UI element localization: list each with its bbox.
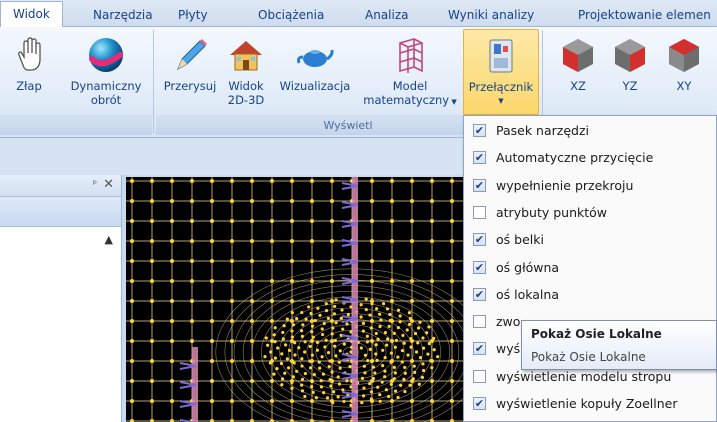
globe-rotate-icon [89,38,123,72]
menu-item-label: oś główna [496,259,560,275]
tooltip: Pokaż Osie Lokalne Pokaż Osie Lokalne [521,320,717,370]
tab-obciazenia[interactable]: Obciążenia [258,5,324,27]
switch-label-text: Przełącznik [468,80,534,94]
checkbox-checked-icon[interactable]: ✔ [473,178,486,192]
view-2d-3d-label: Widok 2D-3D [221,79,271,107]
view-2d-3d-label-line2: 2D-3D [227,93,265,107]
dynamic-rotate-label-line2: obrót [90,93,122,107]
math-model-label: Model matematyczny ▼ [360,79,460,109]
checkbox-checked-icon[interactable]: ✔ [473,124,486,137]
left-panel-header: ᵖ ✕ [0,175,121,197]
tab-narzedzia[interactable]: Narzędzia [93,5,153,27]
checkbox-checked-icon[interactable]: ✔ [473,260,486,274]
view-xy-button[interactable]: XY [657,27,711,117]
tab-analiza[interactable]: Analiza [365,5,409,27]
math-model-dropdown-arrow-icon: ▼ [449,98,457,106]
dynamic-rotate-button[interactable]: Dynamiczny obrót [62,27,150,117]
menu-item[interactable]: ✔ oś lokalna [464,281,716,308]
pencil-icon [177,39,207,71]
checkbox-empty-icon[interactable] [473,205,486,219]
checkbox-checked-icon[interactable]: ✔ [473,233,486,247]
teapot-icon [297,49,334,67]
tab-plyty[interactable]: Płyty [178,5,208,27]
frame-model-icon [399,37,423,73]
checkbox-checked-icon[interactable]: ✔ [473,397,486,410]
tab-wyniki-analizy[interactable]: Wyniki analizy [448,5,534,27]
visualization-label: Wizualizacja [279,79,351,93]
redraw-label: Przerysuj [163,79,217,93]
switch-panel-icon [489,39,513,73]
view-xz-label: XZ [570,79,586,93]
checkbox-checked-icon[interactable]: ✔ [473,151,486,165]
house-icon [230,41,262,71]
checkbox-empty-icon[interactable] [473,315,486,329]
checkbox-checked-icon[interactable]: ✔ [473,342,486,356]
menu-item-label: zwo [496,314,521,330]
scroll-up-icon[interactable]: ▲ [105,233,113,246]
menu-item[interactable]: ✔ wyświetlenie kopuły Zoellner [464,390,716,417]
tab-projektowanie-elementow[interactable]: Projektowanie elemen [578,5,711,27]
checkbox-checked-icon[interactable]: ✔ [473,287,486,301]
menu-item-label: atrybuty punktów [496,204,608,220]
menu-item-label: Pasek narzędzi [496,123,589,138]
menu-item-label: wypełnienie przekroju [496,177,634,193]
switch-button[interactable]: Przełącznik ▼ [463,29,539,115]
tooltip-title: Pokaż Osie Lokalne [531,327,662,341]
menu-item[interactable]: ✔ Pasek narzędzi [464,117,716,144]
cube-xy-icon [669,39,699,72]
view-2d-3d-button[interactable]: Widok 2D-3D [221,27,271,117]
tab-widok[interactable]: Widok [0,1,63,28]
cube-yz-icon [615,39,645,72]
grab-button[interactable]: Złap [4,27,54,117]
math-model-label-text: matematyczny [363,93,450,107]
menu-item[interactable]: ✔ Automatyczne przycięcie [464,144,716,171]
close-icon[interactable]: ✕ [103,177,114,192]
view-2d-3d-label-line1: Widok [228,79,264,93]
math-model-label-line2: matematyczny ▼ [360,93,460,109]
left-dock-panel: ᵖ ✕ ▲ [0,175,122,422]
view-yz-button[interactable]: YZ [605,27,655,117]
finite-element-mesh [126,177,464,422]
group-nav-footer [0,115,152,135]
menu-item-label: oś belki [496,232,544,248]
switch-dropdown-menu: ✔ Pasek narzędzi ✔ Automatyczne przycięcie ✔… [463,115,717,422]
pin-icon[interactable]: ᵖ [93,179,97,190]
view-yz-label: YZ [622,79,638,93]
menu-item-label: wyś [496,341,521,357]
hand-icon [18,37,41,71]
menu-item[interactable]: atrybuty punktów [464,199,716,226]
dynamic-rotate-label-line1: Dynamiczny [70,79,142,93]
math-model-button[interactable]: Model matematyczny ▼ [360,27,460,117]
dynamic-rotate-label: Dynamiczny obrót [62,79,150,107]
view-xy-label: XY [676,79,692,93]
switch-dropdown-arrow-icon: ▼ [498,97,504,105]
mesh-canvas[interactable] [126,177,464,422]
menu-item-label: Automatyczne przycięcie [496,150,654,166]
view-xz-button[interactable]: XZ [553,27,603,117]
grab-label: Złap [16,79,42,93]
menu-item-label: oś lokalna [496,286,559,302]
menu-item-label: wyświetlenie kopuły Zoellner [496,396,678,411]
checkbox-empty-icon[interactable] [473,369,486,383]
math-model-label-line1: Model [392,79,428,93]
menu-item[interactable]: ✔ oś główna [464,254,716,281]
redraw-button[interactable]: Przerysuj [160,27,220,117]
cube-xz-icon [563,39,593,72]
ribbon-tab-strip: Widok Narzędzia Płyty Obciążenia Analiza… [0,0,717,28]
menu-item[interactable]: ✔ wypełnienie przekroju [464,172,716,199]
tooltip-body: Pokaż Osie Lokalne [531,350,646,364]
left-panel-subheader [0,197,121,227]
visualization-button[interactable]: Wizualizacja [273,27,357,117]
menu-item[interactable]: ✔ oś belki [464,226,716,253]
group-separator [153,30,154,133]
menu-item-label: wyświetlenie modelu stropu [496,368,672,384]
switch-label: Przełącznik ▼ [464,80,538,108]
